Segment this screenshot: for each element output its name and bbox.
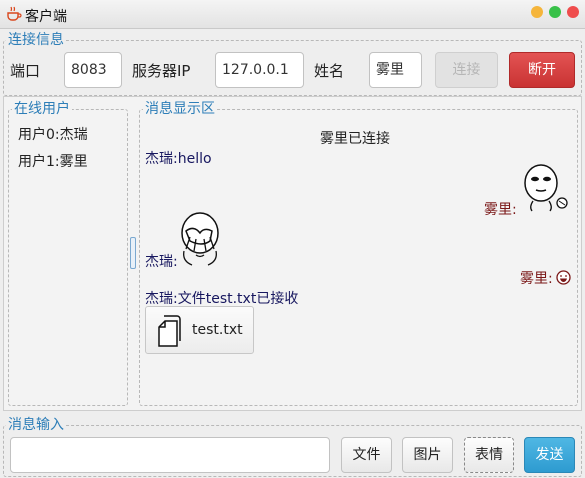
- system-notice: 雾里已连接: [320, 131, 390, 147]
- minimize-button[interactable]: [531, 6, 543, 18]
- online-users-legend: 在线用户: [12, 101, 72, 117]
- file-name: test.txt: [192, 322, 243, 338]
- message-sender: 雾里:: [520, 271, 553, 287]
- grin-emoji: [556, 270, 571, 285]
- message-sender: 杰瑞:: [145, 254, 178, 270]
- emoji-button[interactable]: 表情: [464, 437, 514, 473]
- file-icon: [158, 315, 181, 347]
- message-text: 文件test.txt已接收: [177, 291, 299, 307]
- image-button[interactable]: 图片: [402, 437, 453, 473]
- server-ip-field[interactable]: 127.0.0.1: [215, 52, 304, 88]
- maximize-button[interactable]: [549, 6, 561, 18]
- message-row: 杰瑞:hello: [145, 148, 212, 168]
- port-label: 端口: [10, 62, 41, 80]
- messages-legend: 消息显示区: [143, 101, 217, 117]
- message-row: 杰瑞:文件test.txt已接收: [145, 288, 298, 308]
- connect-button[interactable]: 连接: [435, 52, 498, 88]
- port-field[interactable]: 8083: [64, 52, 122, 88]
- user-list-item[interactable]: 用户0:杰瑞: [18, 124, 88, 144]
- title-bar[interactable]: 客户端: [0, 0, 585, 29]
- disconnect-button[interactable]: 断开: [509, 52, 575, 88]
- server-ip-label: 服务器IP: [132, 62, 191, 80]
- send-button[interactable]: 发送: [524, 437, 575, 473]
- split-divider-handle[interactable]: [130, 237, 136, 269]
- close-button[interactable]: [567, 6, 579, 18]
- name-label: 姓名: [314, 62, 345, 80]
- input-legend: 消息输入: [6, 417, 66, 433]
- thinking-face-sticker: [524, 164, 568, 212]
- facepalm-sticker: [181, 212, 219, 266]
- name-field[interactable]: 雾里: [369, 52, 422, 88]
- message-sender: 杰瑞:: [145, 291, 178, 307]
- file-card[interactable]: test.txt: [145, 306, 254, 354]
- coffee-cup-icon: [7, 6, 22, 21]
- user-list-item[interactable]: 用户1:雾里: [18, 151, 88, 171]
- message-input[interactable]: [10, 437, 330, 473]
- window-title: 客户端: [25, 9, 67, 25]
- message-text: hello: [177, 151, 212, 167]
- message-sender: 雾里:: [484, 202, 517, 218]
- message-row: 雾里:: [520, 268, 553, 288]
- file-button[interactable]: 文件: [341, 437, 392, 473]
- connection-legend: 连接信息: [6, 32, 66, 48]
- message-sender: 杰瑞:: [145, 151, 178, 167]
